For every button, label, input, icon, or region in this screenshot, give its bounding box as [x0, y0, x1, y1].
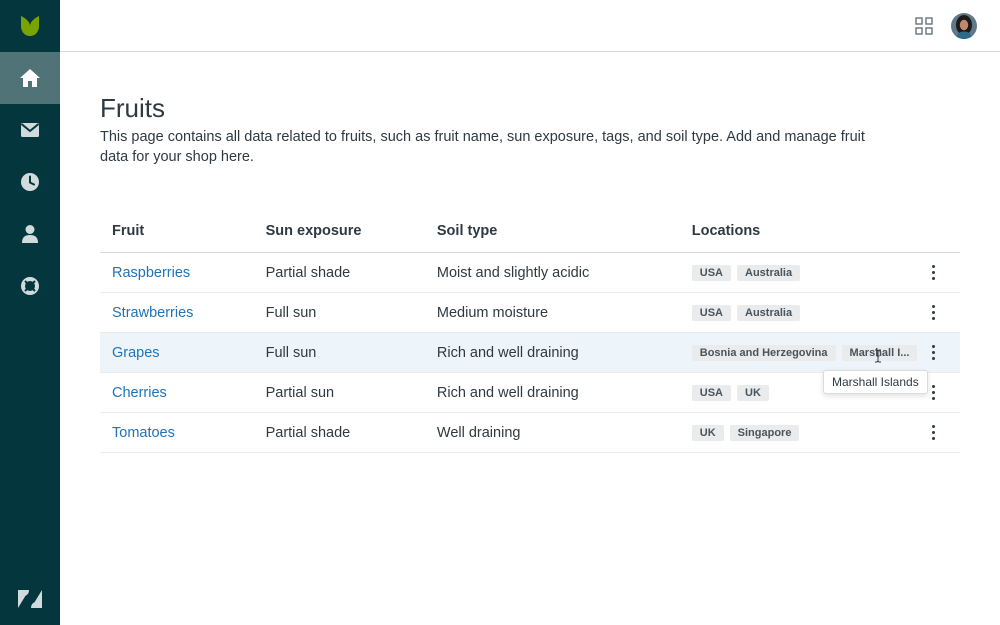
location-tag: Bosnia and Herzegovina: [691, 344, 836, 361]
nav-home[interactable]: [0, 52, 60, 104]
nav-person[interactable]: [0, 208, 60, 260]
sun-exposure-cell: Full sun: [253, 332, 425, 373]
fruit-link[interactable]: Grapes: [112, 345, 160, 361]
locations-cell: USA Australia: [679, 252, 924, 293]
column-header-locations[interactable]: Locations: [679, 210, 924, 253]
location-tag: Australia: [737, 264, 801, 281]
zendesk-logo-icon[interactable]: [0, 573, 60, 625]
nav-mail[interactable]: [0, 104, 60, 156]
soil-type-cell: Moist and slightly acidic: [424, 252, 680, 293]
soil-type-cell: Rich and well draining: [424, 372, 680, 413]
location-tag: Australia: [737, 304, 801, 321]
top-header: [60, 0, 1000, 52]
text-cursor-icon: [874, 349, 882, 363]
location-tag: USA: [691, 264, 731, 281]
page-description: This page contains all data related to f…: [100, 129, 865, 165]
lifebuoy-icon: [20, 276, 40, 296]
nav-clock[interactable]: [0, 156, 60, 208]
locations-cell: USA Australia: [679, 292, 924, 333]
sun-exposure-cell: Partial shade: [253, 412, 425, 453]
avatar[interactable]: [951, 13, 977, 39]
column-header-actions: [923, 210, 960, 253]
fruit-link[interactable]: Strawberries: [112, 305, 193, 321]
mail-icon: [20, 122, 40, 138]
column-header-soil-type[interactable]: Soil type: [424, 210, 680, 253]
sidebar: [0, 0, 60, 625]
home-icon: [19, 68, 41, 88]
sun-exposure-cell: Partial shade: [253, 252, 425, 293]
table-row[interactable]: Raspberries Partial shade Moist and slig…: [100, 252, 960, 293]
fruit-link[interactable]: Tomatoes: [112, 425, 175, 441]
location-tag: Singapore: [729, 424, 800, 441]
grid-icon[interactable]: [915, 17, 933, 35]
clock-icon: [20, 172, 40, 192]
location-tag: USA: [691, 304, 731, 321]
sun-exposure-cell: Full sun: [253, 292, 425, 333]
page-title: Fruits: [100, 93, 165, 123]
fruit-link[interactable]: Raspberries: [112, 265, 190, 281]
overflow-menu-icon[interactable]: [923, 421, 943, 445]
fruits-table: Fruit Sun exposure Soil type Locations R…: [100, 210, 960, 453]
location-tag: UK: [737, 384, 769, 401]
table-row[interactable]: Strawberries Full sun Medium moisture US…: [100, 292, 960, 333]
locations-cell: Bosnia and Herzegovina Marshall I...: [679, 332, 924, 373]
leaf-logo-icon[interactable]: [0, 0, 60, 52]
soil-type-cell: Well draining: [424, 412, 680, 453]
fruit-link[interactable]: Cherries: [112, 385, 167, 401]
soil-type-cell: Medium moisture: [424, 292, 680, 333]
column-header-sun-exposure[interactable]: Sun exposure: [253, 210, 425, 253]
soil-type-cell: Rich and well draining: [424, 332, 680, 373]
overflow-menu-icon[interactable]: [923, 301, 943, 325]
table-header-row: Fruit Sun exposure Soil type Locations: [100, 210, 960, 253]
locations-cell: UK Singapore: [679, 412, 924, 453]
nav-support[interactable]: [0, 260, 60, 312]
location-tag: UK: [691, 424, 724, 441]
table-row[interactable]: Tomatoes Partial shade Well draining UK S…: [100, 412, 960, 453]
overflow-menu-icon[interactable]: [923, 261, 943, 285]
table-row[interactable]: Grapes Full sun Rich and well draining B…: [100, 332, 960, 373]
location-tag: USA: [691, 384, 731, 401]
sun-exposure-cell: Partial sun: [253, 372, 425, 413]
overflow-menu-icon[interactable]: [923, 341, 943, 365]
column-header-fruit[interactable]: Fruit: [100, 210, 254, 253]
person-icon: [21, 224, 39, 244]
location-tooltip: Marshall Islands: [823, 370, 928, 394]
